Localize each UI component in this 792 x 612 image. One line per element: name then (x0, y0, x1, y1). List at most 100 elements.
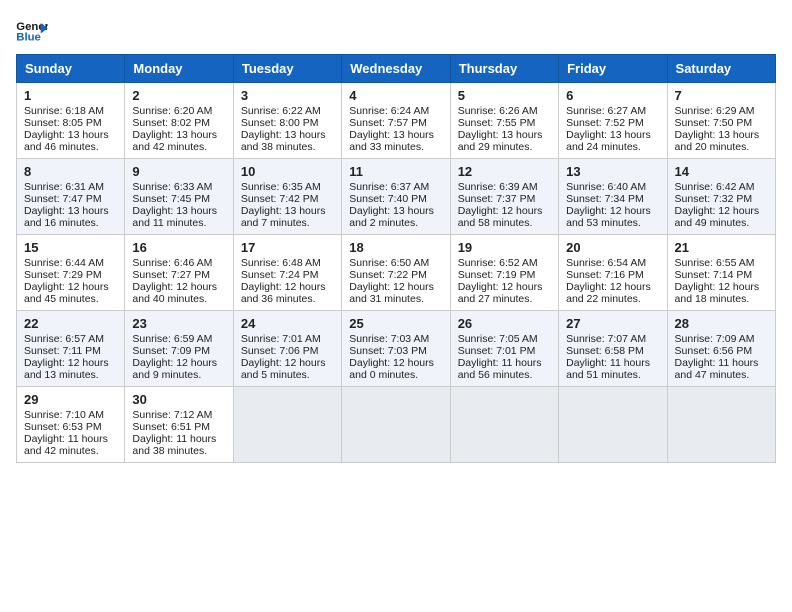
svg-text:Blue: Blue (16, 32, 41, 44)
day-number: 24 (241, 316, 334, 331)
day-number: 18 (349, 240, 442, 255)
day-header-wednesday: Wednesday (342, 55, 450, 83)
day-info: Daylight: 13 hours and 29 minutes. (458, 129, 551, 153)
day-info: Sunrise: 6:24 AM (349, 105, 442, 117)
day-info: Sunset: 7:50 PM (675, 117, 768, 129)
calendar-week-3: 15Sunrise: 6:44 AMSunset: 7:29 PMDayligh… (17, 235, 776, 311)
calendar-cell (450, 387, 558, 463)
day-info: Sunrise: 6:35 AM (241, 181, 334, 193)
day-number: 23 (132, 316, 225, 331)
calendar-cell: 7Sunrise: 6:29 AMSunset: 7:50 PMDaylight… (667, 83, 775, 159)
calendar-cell: 6Sunrise: 6:27 AMSunset: 7:52 PMDaylight… (559, 83, 667, 159)
day-info: Daylight: 12 hours and 27 minutes. (458, 281, 551, 305)
day-info: Sunrise: 6:40 AM (566, 181, 659, 193)
day-info: Sunset: 7:06 PM (241, 345, 334, 357)
day-info: Sunrise: 6:27 AM (566, 105, 659, 117)
day-info: Daylight: 12 hours and 53 minutes. (566, 205, 659, 229)
calendar-week-4: 22Sunrise: 6:57 AMSunset: 7:11 PMDayligh… (17, 311, 776, 387)
calendar-cell (559, 387, 667, 463)
day-number: 20 (566, 240, 659, 255)
day-info: Sunset: 7:24 PM (241, 269, 334, 281)
day-info: Daylight: 13 hours and 42 minutes. (132, 129, 225, 153)
calendar-cell: 10Sunrise: 6:35 AMSunset: 7:42 PMDayligh… (233, 159, 341, 235)
day-number: 9 (132, 164, 225, 179)
day-info: Daylight: 13 hours and 24 minutes. (566, 129, 659, 153)
day-number: 25 (349, 316, 442, 331)
day-info: Daylight: 13 hours and 2 minutes. (349, 205, 442, 229)
calendar-table: SundayMondayTuesdayWednesdayThursdayFrid… (16, 54, 776, 463)
day-info: Sunrise: 7:01 AM (241, 333, 334, 345)
day-number: 5 (458, 88, 551, 103)
day-info: Sunset: 7:32 PM (675, 193, 768, 205)
day-info: Daylight: 13 hours and 11 minutes. (132, 205, 225, 229)
calendar-cell: 23Sunrise: 6:59 AMSunset: 7:09 PMDayligh… (125, 311, 233, 387)
day-info: Sunrise: 6:50 AM (349, 257, 442, 269)
page-header: General Blue (16, 16, 776, 44)
day-info: Sunset: 7:14 PM (675, 269, 768, 281)
day-info: Daylight: 12 hours and 18 minutes. (675, 281, 768, 305)
day-info: Daylight: 11 hours and 47 minutes. (675, 357, 768, 381)
calendar-cell: 21Sunrise: 6:55 AMSunset: 7:14 PMDayligh… (667, 235, 775, 311)
day-number: 29 (24, 392, 117, 407)
calendar-week-2: 8Sunrise: 6:31 AMSunset: 7:47 PMDaylight… (17, 159, 776, 235)
day-number: 4 (349, 88, 442, 103)
day-info: Sunrise: 6:57 AM (24, 333, 117, 345)
day-info: Sunset: 8:00 PM (241, 117, 334, 129)
calendar-cell: 13Sunrise: 6:40 AMSunset: 7:34 PMDayligh… (559, 159, 667, 235)
day-info: Daylight: 13 hours and 7 minutes. (241, 205, 334, 229)
day-info: Daylight: 12 hours and 13 minutes. (24, 357, 117, 381)
day-info: Sunrise: 6:54 AM (566, 257, 659, 269)
day-number: 14 (675, 164, 768, 179)
day-info: Daylight: 12 hours and 5 minutes. (241, 357, 334, 381)
day-info: Daylight: 12 hours and 45 minutes. (24, 281, 117, 305)
calendar-week-1: 1Sunrise: 6:18 AMSunset: 8:05 PMDaylight… (17, 83, 776, 159)
day-info: Sunrise: 7:07 AM (566, 333, 659, 345)
day-number: 3 (241, 88, 334, 103)
day-info: Sunrise: 6:20 AM (132, 105, 225, 117)
day-info: Daylight: 12 hours and 22 minutes. (566, 281, 659, 305)
day-info: Daylight: 13 hours and 16 minutes. (24, 205, 117, 229)
day-info: Sunset: 7:03 PM (349, 345, 442, 357)
day-info: Daylight: 13 hours and 20 minutes. (675, 129, 768, 153)
day-info: Daylight: 13 hours and 38 minutes. (241, 129, 334, 153)
day-info: Sunrise: 7:05 AM (458, 333, 551, 345)
day-info: Sunrise: 7:03 AM (349, 333, 442, 345)
day-info: Daylight: 12 hours and 31 minutes. (349, 281, 442, 305)
calendar-cell: 2Sunrise: 6:20 AMSunset: 8:02 PMDaylight… (125, 83, 233, 159)
day-info: Daylight: 11 hours and 42 minutes. (24, 433, 117, 457)
day-info: Sunset: 7:52 PM (566, 117, 659, 129)
day-info: Daylight: 12 hours and 9 minutes. (132, 357, 225, 381)
day-header-thursday: Thursday (450, 55, 558, 83)
day-number: 22 (24, 316, 117, 331)
day-number: 21 (675, 240, 768, 255)
logo-icon: General Blue (16, 16, 48, 44)
day-number: 11 (349, 164, 442, 179)
day-info: Sunset: 7:57 PM (349, 117, 442, 129)
calendar-cell: 5Sunrise: 6:26 AMSunset: 7:55 PMDaylight… (450, 83, 558, 159)
day-info: Sunset: 8:02 PM (132, 117, 225, 129)
calendar-cell: 11Sunrise: 6:37 AMSunset: 7:40 PMDayligh… (342, 159, 450, 235)
day-info: Sunset: 7:47 PM (24, 193, 117, 205)
calendar-cell: 4Sunrise: 6:24 AMSunset: 7:57 PMDaylight… (342, 83, 450, 159)
day-number: 27 (566, 316, 659, 331)
calendar-cell: 28Sunrise: 7:09 AMSunset: 6:56 PMDayligh… (667, 311, 775, 387)
day-number: 13 (566, 164, 659, 179)
day-info: Sunrise: 6:59 AM (132, 333, 225, 345)
day-number: 19 (458, 240, 551, 255)
day-number: 26 (458, 316, 551, 331)
day-info: Sunset: 8:05 PM (24, 117, 117, 129)
day-info: Sunrise: 6:39 AM (458, 181, 551, 193)
calendar-cell: 20 Sunrise: 6:54 AMSunset: 7:16 PMDayligh… (559, 235, 667, 311)
day-info: Sunset: 7:16 PM (566, 269, 659, 281)
calendar-cell: 26Sunrise: 7:05 AMSunset: 7:01 PMDayligh… (450, 311, 558, 387)
day-info: Daylight: 12 hours and 49 minutes. (675, 205, 768, 229)
calendar-header-row: SundayMondayTuesdayWednesdayThursdayFrid… (17, 55, 776, 83)
day-info: Sunset: 7:45 PM (132, 193, 225, 205)
day-info: Sunset: 7:55 PM (458, 117, 551, 129)
day-info: Daylight: 11 hours and 38 minutes. (132, 433, 225, 457)
calendar-cell: 8Sunrise: 6:31 AMSunset: 7:47 PMDaylight… (17, 159, 125, 235)
day-info: Sunrise: 6:42 AM (675, 181, 768, 193)
day-number: 1 (24, 88, 117, 103)
calendar-cell: 14 Sunrise: 6:42 AMSunset: 7:32 PMDayligh… (667, 159, 775, 235)
day-info: Sunset: 7:37 PM (458, 193, 551, 205)
